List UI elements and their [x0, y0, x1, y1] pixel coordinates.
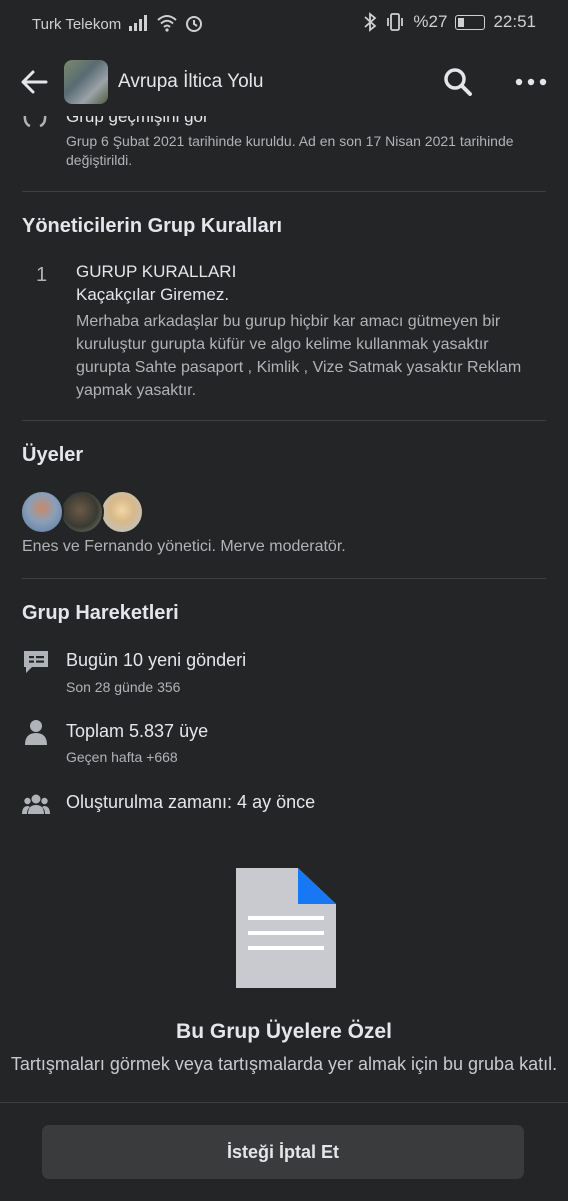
people-group-icon: [22, 794, 50, 814]
avatar[interactable]: [20, 490, 64, 534]
document-icon: [236, 868, 336, 988]
members-heading: Üyeler: [22, 444, 84, 466]
rule-title: GURUP KURALLARI Kaçakçılar Giremez.: [76, 260, 236, 306]
app-bar: Avrupa İltica Yolu: [0, 50, 568, 116]
total-members: Toplam 5.837 üye: [66, 721, 209, 741]
avatar[interactable]: [60, 490, 104, 534]
signal-icon: [129, 15, 147, 31]
wifi-icon: [157, 15, 177, 32]
status-bar: Turk Telekom %27 22:51: [0, 0, 568, 48]
rule-body: Merhaba arkadaşlar bu gurup hiçbir kar a…: [76, 313, 522, 399]
members-last-week: Geçen hafta +668: [66, 749, 178, 765]
history-description: Grup 6 Şubat 2021 tarihinde kuruldu. Ad …: [66, 133, 514, 168]
search-icon[interactable]: [442, 66, 474, 98]
divider: [22, 420, 546, 421]
divider: [22, 191, 546, 192]
alarm-icon: [186, 16, 202, 32]
divider: [22, 578, 546, 579]
posts-28-days: Son 28 günde 356: [66, 679, 181, 695]
vibrate-icon: [387, 13, 404, 31]
created-time: Oluşturulma zamanı: 4 ay önce: [66, 792, 316, 812]
admins-text: Enes ve Fernando yönetici. Merve moderat…: [22, 538, 346, 555]
battery-icon: [455, 14, 486, 30]
carrier-name: Turk Telekom: [32, 16, 122, 33]
group-title[interactable]: Avrupa İltica Yolu: [118, 71, 263, 93]
person-icon: [25, 720, 47, 745]
private-description: Tartışmaları görmek veya tartışmalarda y…: [10, 1054, 558, 1074]
battery-percent: %27: [413, 12, 448, 31]
cancel-request-button[interactable]: İsteği İptal Et: [42, 1125, 524, 1179]
clock: 22:51: [493, 12, 536, 31]
back-arrow-icon[interactable]: [18, 66, 50, 98]
rule-title-line1: GURUP KURALLARI: [76, 262, 237, 281]
posts-today: Bugün 10 yeni gönderi: [66, 650, 247, 670]
rule-number: 1: [36, 264, 48, 286]
rule-title-line2: Kaçakçılar Giremez.: [76, 285, 230, 304]
rules-heading: Yöneticilerin Grup Kuralları: [22, 215, 283, 237]
activity-heading: Grup Hareketleri: [22, 602, 179, 624]
bluetooth-icon: [364, 12, 377, 32]
more-options-icon[interactable]: [514, 70, 548, 94]
status-right: %27 22:51: [363, 12, 536, 32]
status-icons: [128, 13, 204, 33]
private-title: Bu Grup Üyelere Özel: [176, 1020, 392, 1043]
chat-bubble-icon: [24, 651, 48, 673]
avatar[interactable]: [100, 490, 144, 534]
bottom-bar: İsteği İptal Et: [0, 1102, 568, 1201]
group-cover-thumbnail[interactable]: [64, 60, 108, 104]
